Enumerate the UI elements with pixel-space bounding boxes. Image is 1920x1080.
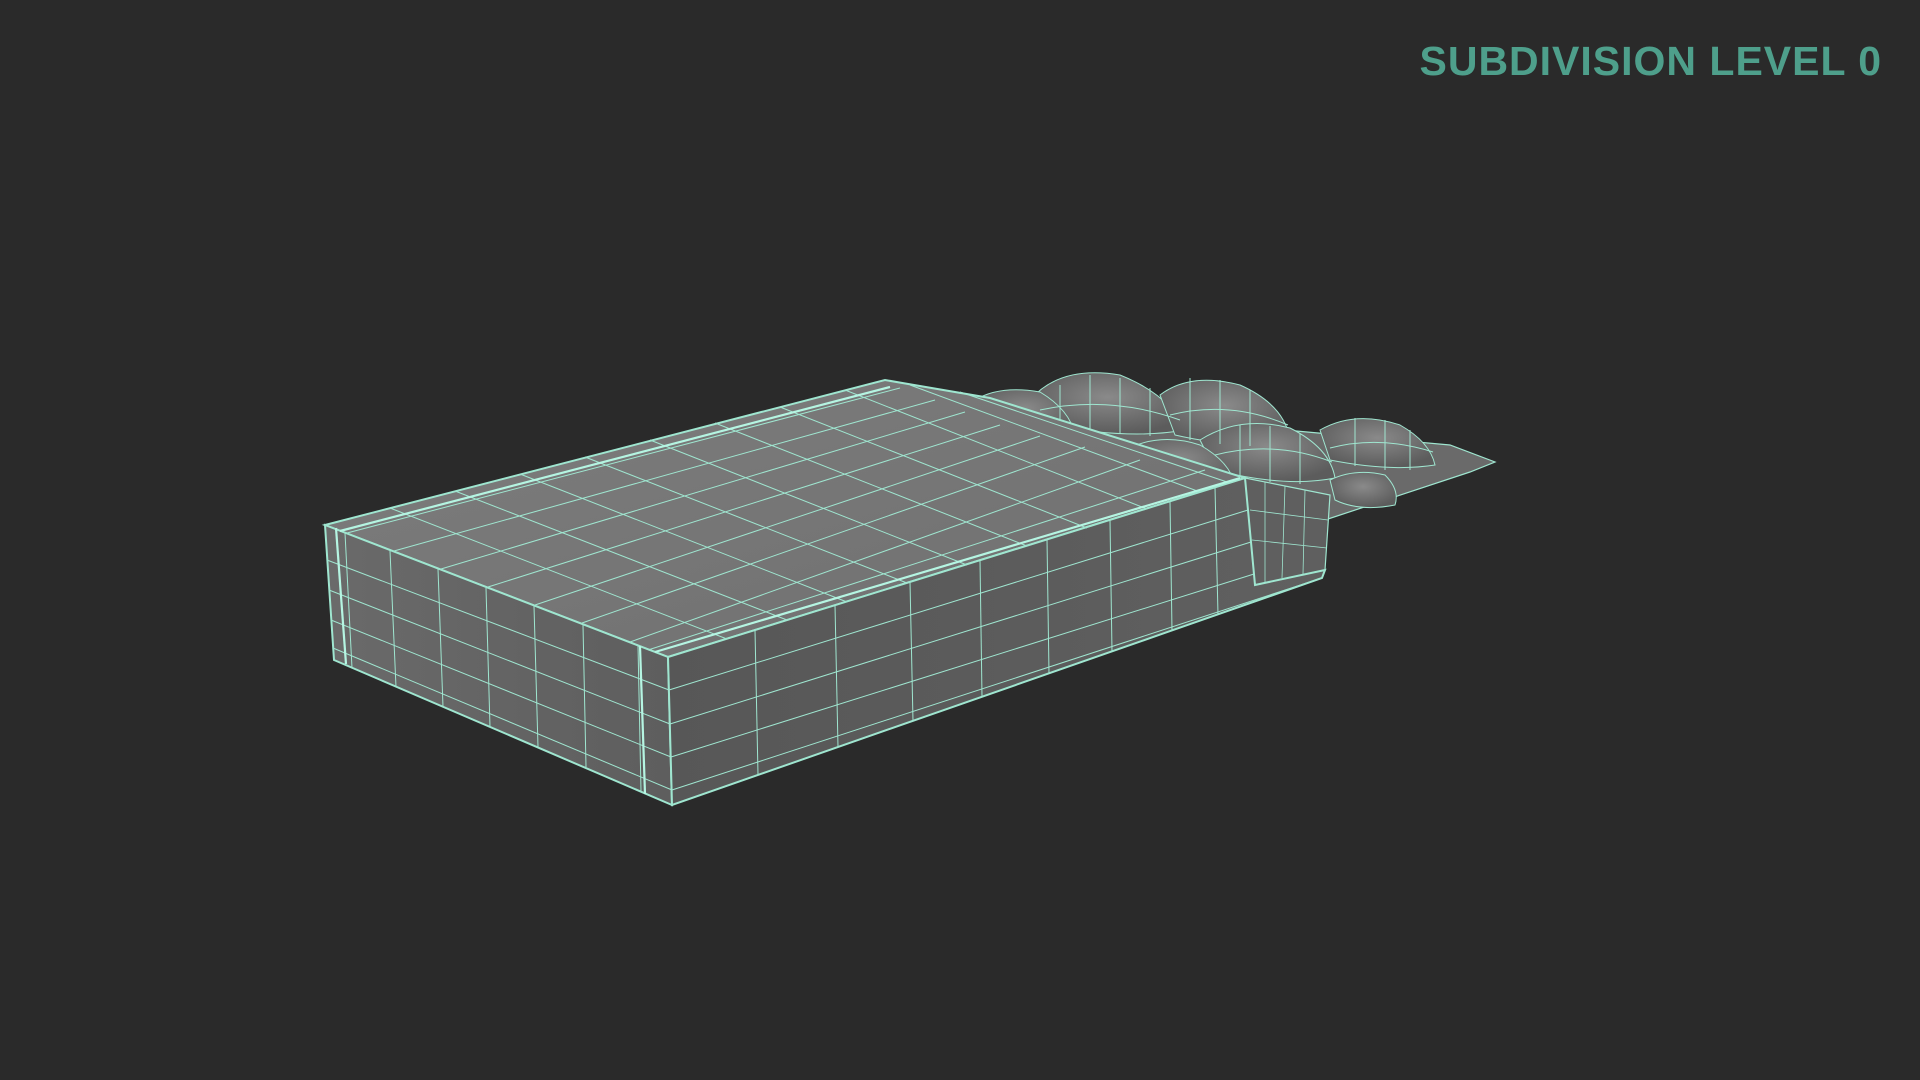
wireframe-model <box>321 372 1497 807</box>
subdivision-level-label: SUBDIVISION LEVEL 0 <box>1419 38 1882 84</box>
viewport: SUBDIVISION LEVEL 0 <box>0 0 1920 1080</box>
